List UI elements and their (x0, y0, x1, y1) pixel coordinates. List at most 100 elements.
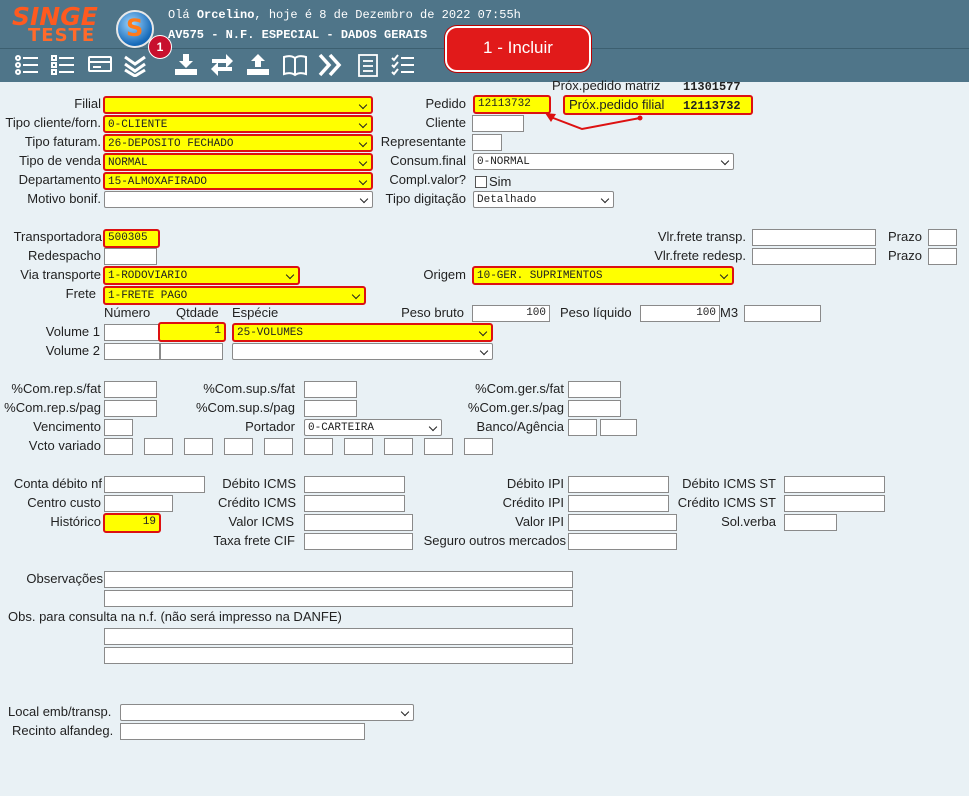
vcto-variado-label: Vcto variado (28, 438, 101, 453)
tipo-faturam-select[interactable]: 26-DEPOSITO FECHADO (103, 134, 373, 152)
volume2-label: Volume 2 (45, 343, 100, 358)
chevrons-down-icon[interactable] (121, 52, 149, 78)
credito-icms-st-input[interactable] (784, 495, 885, 512)
vcto-variado-input-8[interactable] (384, 438, 413, 455)
prazo-transp-input[interactable] (928, 229, 957, 246)
peso-liquido-input[interactable]: 100 (640, 305, 720, 322)
vcto-variado-input-1[interactable] (104, 438, 133, 455)
m3-input[interactable] (744, 305, 821, 322)
motivo-bonif-select[interactable] (104, 191, 373, 208)
vencimento-input[interactable] (104, 419, 133, 436)
vcto-variado-input-10[interactable] (464, 438, 493, 455)
transportadora-input[interactable]: 500305 (103, 229, 160, 248)
centro-custo-label: Centro custo (27, 495, 101, 510)
observacoes-label: Observações (26, 571, 103, 586)
frete-select[interactable]: 1-FRETE PAGO (103, 286, 366, 305)
pedido-input[interactable]: 12113732 (473, 95, 551, 114)
vcto-variado-input-6[interactable] (304, 438, 333, 455)
volume2-numero-input[interactable] (104, 343, 160, 360)
com-sup-fat-input[interactable] (304, 381, 357, 398)
com-rep-pag-input[interactable] (104, 400, 157, 417)
vlr-frete-redesp-input[interactable] (752, 248, 876, 265)
tasklist-icon[interactable] (389, 52, 417, 78)
prazo-redesp-label: Prazo (888, 248, 922, 263)
obs-consulta-input-2[interactable] (104, 647, 573, 664)
volume2-qtdade-input[interactable] (160, 343, 223, 360)
com-ger-pag-input[interactable] (568, 400, 621, 417)
departamento-label: Departamento (18, 172, 101, 187)
volume1-numero-input[interactable] (104, 324, 160, 341)
volume2-especie-select[interactable] (232, 343, 493, 360)
motivo-bonif-label: Motivo bonif. (27, 191, 101, 206)
checklist-icon[interactable] (49, 52, 77, 78)
taxa-frete-label: Taxa frete CIF (213, 533, 295, 548)
redespacho-input[interactable] (104, 248, 157, 265)
centro-custo-input[interactable] (104, 495, 173, 512)
vcto-variado-input-9[interactable] (424, 438, 453, 455)
consum-final-label: Consum.final (390, 153, 466, 168)
credito-ipi-input[interactable] (568, 495, 669, 512)
valor-icms-input[interactable] (304, 514, 413, 531)
report-icon[interactable] (354, 52, 382, 78)
local-emb-select[interactable] (120, 704, 414, 721)
com-sup-pag-input[interactable] (304, 400, 357, 417)
debito-ipi-input[interactable] (568, 476, 669, 493)
chevrons-right-icon[interactable] (316, 52, 344, 78)
compl-valor-option: Sim (489, 174, 512, 189)
list-icon[interactable] (13, 52, 41, 78)
historico-input[interactable]: 19 (103, 513, 161, 533)
refresh-icon[interactable] (208, 52, 236, 78)
via-transporte-select[interactable]: 1-RODOVIARIO (103, 266, 300, 285)
vcto-variado-input-3[interactable] (184, 438, 213, 455)
debito-icms-input[interactable] (304, 476, 405, 493)
tipo-faturam-label: Tipo faturam. (24, 134, 101, 149)
volume1-especie-select[interactable]: 25-VOLUMES (232, 323, 493, 342)
download-icon[interactable] (172, 52, 200, 78)
consum-final-select[interactable]: 0-NORMAL (473, 153, 734, 170)
portador-label: Portador (245, 419, 295, 434)
observacoes-input-1[interactable] (104, 571, 573, 588)
origem-select[interactable]: 10-GER. SUPRIMENTOS (472, 266, 734, 285)
debito-ipi-label: Débito IPI (506, 476, 564, 491)
vcto-variado-input-7[interactable] (344, 438, 373, 455)
com-ger-fat-input[interactable] (568, 381, 621, 398)
compl-valor-checkbox[interactable] (475, 176, 487, 188)
obs-consulta-input-1[interactable] (104, 628, 573, 645)
agencia-input[interactable] (600, 419, 637, 436)
pedido-label: Pedido (425, 96, 466, 111)
filial-select[interactable] (103, 96, 373, 114)
vlr-frete-transp-input[interactable] (752, 229, 876, 246)
cliente-input[interactable] (472, 115, 524, 132)
sol-verba-input[interactable] (784, 514, 837, 531)
qtdade-label: Qtdade (176, 305, 219, 320)
m3-label: M3 (720, 305, 739, 320)
volume1-qtdade-input[interactable]: 1 (158, 322, 226, 342)
seguro-input[interactable] (568, 533, 677, 550)
portador-select[interactable]: 0-CARTEIRA (304, 419, 442, 436)
taxa-frete-input[interactable] (304, 533, 413, 550)
obs-consulta-label: Obs. para consulta na n.f. (não será imp… (8, 609, 342, 624)
credito-icms-input[interactable] (304, 495, 405, 512)
tipo-venda-select[interactable]: NORMAL (103, 153, 373, 171)
observacoes-input-2[interactable] (104, 590, 573, 607)
seguro-label: Seguro outros mercados (423, 533, 566, 548)
screen-title: AV575 - N.F. ESPECIAL - DADOS GERAIS (168, 28, 428, 42)
debito-icms-st-input[interactable] (784, 476, 885, 493)
card-icon[interactable] (86, 52, 114, 78)
vcto-variado-input-2[interactable] (144, 438, 173, 455)
tipo-cliente-select[interactable]: 0-CLIENTE (103, 115, 373, 133)
representante-input[interactable] (472, 134, 502, 151)
upload-icon[interactable] (244, 52, 272, 78)
com-rep-pag-label: %Com.rep.s/pag (4, 400, 101, 415)
vcto-variado-input-5[interactable] (264, 438, 293, 455)
tipo-digitacao-select[interactable]: Detalhado (473, 191, 614, 208)
recinto-input[interactable] (120, 723, 365, 740)
prazo-redesp-input[interactable] (928, 248, 957, 265)
banco-input[interactable] (568, 419, 597, 436)
com-rep-fat-input[interactable] (104, 381, 157, 398)
vcto-variado-input-4[interactable] (224, 438, 253, 455)
departamento-select[interactable]: 15-ALMOXAFIRADO (103, 172, 373, 190)
book-icon[interactable] (281, 52, 309, 78)
peso-bruto-input[interactable]: 100 (472, 305, 550, 322)
vlr-frete-transp-label: Vlr.frete transp. (657, 229, 746, 244)
